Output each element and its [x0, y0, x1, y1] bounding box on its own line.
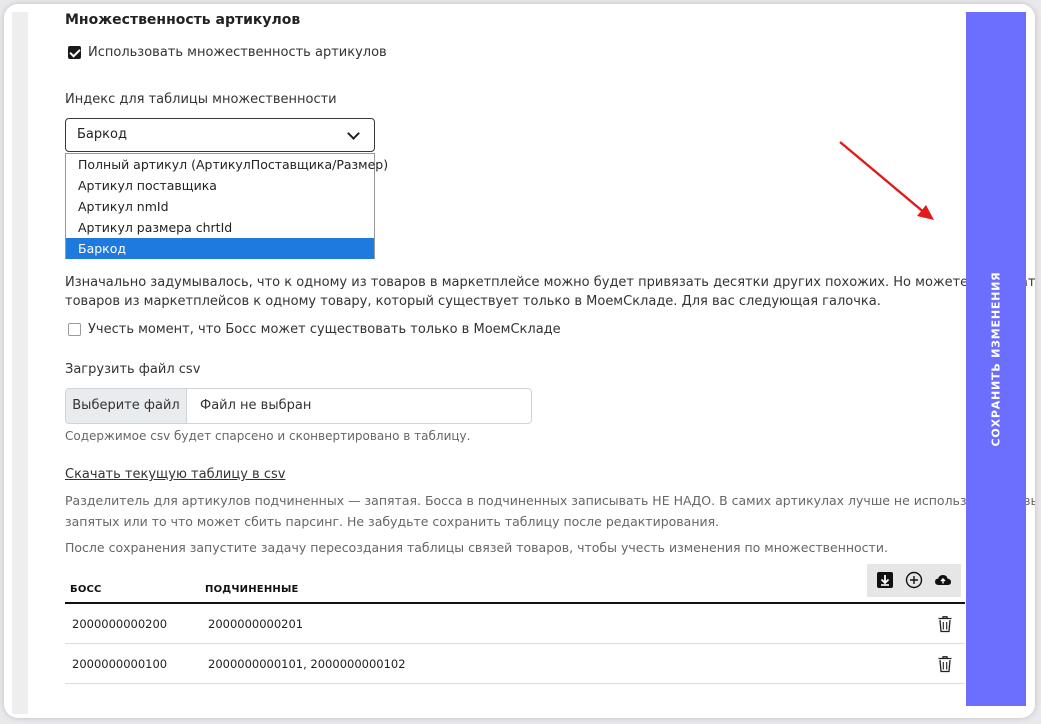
index-label: Индекс для таблицы множественности	[65, 92, 337, 107]
download-csv-link[interactable]: Скачать текущую таблицу в csv	[65, 467, 285, 482]
index-select-value: Баркод	[77, 127, 127, 142]
col-header-boss: БОСС	[70, 584, 102, 595]
upload-hint: Содержимое csv будет спарсено и сконверт…	[65, 429, 471, 443]
info-line-1: Изначально задумывалось, что к одному из…	[65, 275, 1035, 290]
note-line-1: Разделитель для артикулов подчиненных — …	[65, 493, 1035, 508]
table-row-divider	[65, 643, 965, 644]
boss-only-checkbox[interactable]	[68, 323, 81, 336]
index-option-selected[interactable]: Баркод	[66, 238, 374, 259]
table-row-divider	[65, 683, 965, 684]
upload-label: Загрузить файл csv	[65, 362, 201, 377]
index-option[interactable]: Артикул поставщика	[66, 175, 374, 196]
add-circle-icon[interactable]	[905, 571, 923, 589]
chevron-down-icon	[347, 127, 360, 140]
use-multiplicity-checkbox[interactable]	[68, 46, 81, 59]
col-header-subordinates: ПОДЧИНЕННЫЕ	[205, 584, 299, 595]
row-2-subordinates[interactable]: 2000000000101, 2000000000102	[208, 657, 406, 671]
download-icon[interactable]	[876, 571, 894, 589]
annotation-arrow-icon	[839, 141, 934, 220]
table-toolbar	[867, 564, 961, 597]
file-name: Файл не выбран	[200, 398, 312, 413]
index-select[interactable]: Баркод	[65, 118, 375, 152]
index-option[interactable]: Полный артикул (АртикулПоставщика/Размер…	[66, 154, 388, 175]
index-option[interactable]: Артикул размера chrtId	[66, 217, 374, 238]
row-2-boss[interactable]: 2000000000100	[72, 657, 167, 671]
trash-icon[interactable]	[937, 655, 953, 673]
use-multiplicity-label[interactable]: Использовать множественность артикулов	[88, 45, 387, 60]
save-changes-button[interactable]: СОХРАНИТЬ ИЗМЕНЕНИЯ	[966, 12, 1026, 706]
save-changes-label: СОХРАНИТЬ ИЗМЕНЕНИЯ	[989, 271, 1003, 447]
info-line-2: товаров из маркетплейсов к одному товару…	[65, 294, 881, 309]
section-title: Множественность артикулов	[65, 12, 301, 28]
table-header-rule	[65, 602, 965, 604]
index-option[interactable]: Артикул nmId	[66, 196, 374, 217]
index-dropdown: Полный артикул (АртикулПоставщика/Размер…	[65, 153, 388, 259]
file-input[interactable]: Выберите файл Файл не выбран	[65, 388, 532, 424]
row-1-boss[interactable]: 2000000000200	[72, 617, 167, 631]
boss-only-label[interactable]: Учесть момент, что Босс может существова…	[88, 322, 561, 337]
note-line-3: После сохранения запустите задачу пересо…	[65, 540, 888, 555]
cloud-upload-icon[interactable]	[934, 571, 952, 589]
row-1-subordinates[interactable]: 2000000000201	[208, 617, 303, 631]
choose-file-button[interactable]: Выберите файл	[66, 389, 187, 423]
settings-content: Множественность артикулов Использовать м…	[4, 4, 1035, 718]
trash-icon[interactable]	[937, 615, 953, 633]
settings-frame: Множественность артикулов Использовать м…	[4, 4, 1035, 718]
note-line-2: запятых или то что может сбить парсинг. …	[65, 514, 720, 529]
